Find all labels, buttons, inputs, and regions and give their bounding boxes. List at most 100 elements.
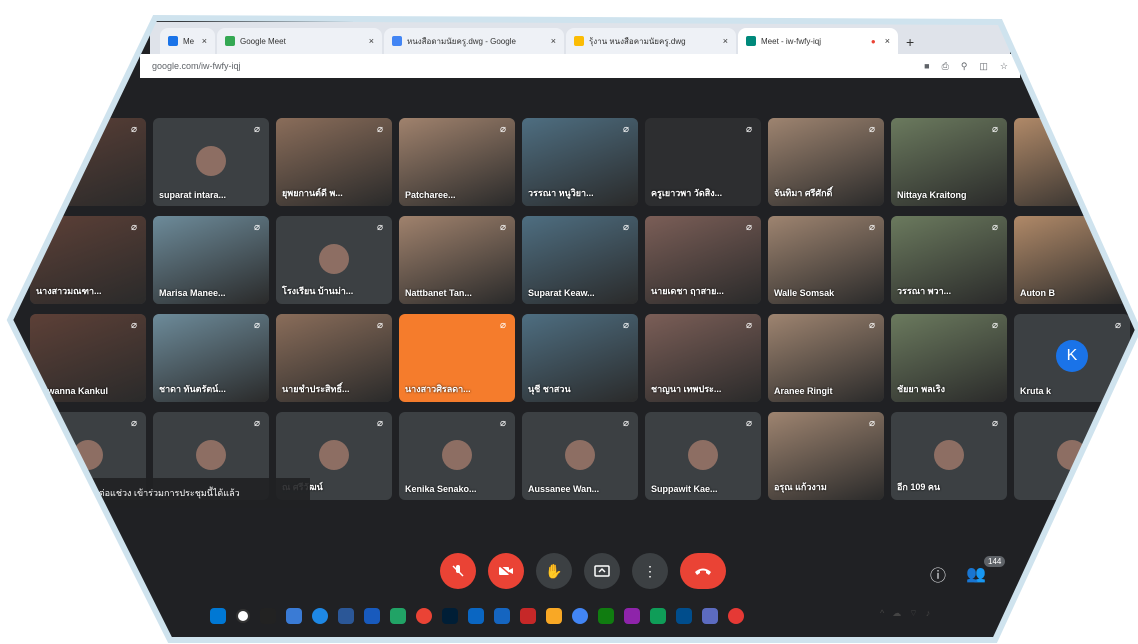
participant-tile[interactable]: ⌀ ยุพยกานต์ดี พ...: [276, 118, 392, 206]
join-notification: ศิลา ต่อแช่วง เข้าร่วมการประชุมนี้ได้แล้…: [70, 478, 310, 508]
participant-tile[interactable]: ⌀ Suparat Keaw...: [522, 216, 638, 304]
word-icon[interactable]: [364, 608, 380, 624]
participant-tile[interactable]: ⌀: [1014, 412, 1130, 500]
close-icon[interactable]: ×: [723, 36, 728, 46]
app-icon[interactable]: [416, 608, 432, 624]
participant-tile[interactable]: ⌀ Aranee Ringit: [768, 314, 884, 402]
participant-name: ยุพยกานต์ดี พ...: [282, 188, 343, 198]
participant-tile[interactable]: ⌀ Patcharee...: [399, 118, 515, 206]
line-icon[interactable]: [390, 608, 406, 624]
app-icon[interactable]: [520, 608, 536, 624]
participant-tile[interactable]: ⌀ จันทิมา ศรีศักดิ์: [768, 118, 884, 206]
participant-tile[interactable]: ⌀ วรรณา หนูวิยา...: [522, 118, 638, 206]
info-icon[interactable]: ⓘ: [930, 562, 946, 586]
mic-muted-icon: ⌀: [376, 320, 384, 331]
cloud-icon[interactable]: ☁: [892, 608, 901, 619]
participant-tile[interactable]: ⌀ Walle Somsak: [768, 216, 884, 304]
participant-tile[interactable]: ⌀ นายชำประสิทธิ์...: [276, 314, 392, 402]
participant-tile[interactable]: ⌀ suparat intara...: [153, 118, 269, 206]
bookmark-star-icon[interactable]: ☆: [1000, 61, 1008, 72]
participant-tile[interactable]: ⌀ โรงเรียน บ้านม่า...: [276, 216, 392, 304]
close-icon[interactable]: ×: [551, 36, 556, 46]
browser-tab[interactable]: รุ้งาน หนงสือคามนัยครู.dwg ×: [566, 28, 736, 54]
present-icon: [594, 565, 610, 577]
mic-muted-icon: ⌀: [130, 124, 138, 135]
participant-tile[interactable]: ⌀ Suppawit Kae...: [645, 412, 761, 500]
participant-tile[interactable]: ⌀ วรรณา พวา...: [891, 216, 1007, 304]
url-text[interactable]: google.com/iw-fwfy-iqj: [152, 61, 924, 71]
participant-name: อรุณ แก้วงาม: [774, 482, 827, 492]
participant-tile[interactable]: ⌀ Suwanna Kankul: [30, 314, 146, 402]
app-icon[interactable]: [676, 608, 692, 624]
chrome-icon[interactable]: [572, 608, 588, 624]
participant-tile[interactable]: ⌀ อีก 109 คน: [891, 412, 1007, 500]
mic-muted-icon: ⌀: [1114, 418, 1122, 429]
participant-tile[interactable]: ⌀: [30, 118, 146, 206]
participant-tile[interactable]: ⌀ ครูเยาวพา วัดสิง...: [645, 118, 761, 206]
more-options-button[interactable]: ⋮: [632, 553, 668, 589]
chat-icon[interactable]: [286, 608, 302, 624]
participant-tile[interactable]: ⌀ นายเดชา ฤาสาย...: [645, 216, 761, 304]
participant-tile[interactable]: ⌀ ชัยยา พลเริง: [891, 314, 1007, 402]
people-icon[interactable]: 👥: [966, 564, 986, 584]
participant-tile[interactable]: ⌀ ชาญนา เทพประ...: [645, 314, 761, 402]
video-feed: [1014, 118, 1130, 206]
browser-tab[interactable]: Google Meet ×: [217, 28, 382, 54]
present-button[interactable]: [584, 553, 620, 589]
app-icon[interactable]: [468, 608, 484, 624]
browser-tab-active[interactable]: Meet - iw-fwfy-iqj ● ×: [738, 28, 898, 54]
participant-tile[interactable]: ⌀ Nittaya Kraitong: [891, 118, 1007, 206]
camera-indicator-icon[interactable]: ■: [924, 61, 929, 72]
mic-muted-icon: ⌀: [253, 124, 261, 135]
participant-tile[interactable]: ⌀: [1014, 118, 1130, 206]
chevron-up-icon[interactable]: ^: [880, 608, 884, 619]
extension-icon[interactable]: ◫: [979, 61, 988, 72]
app-icon[interactable]: [728, 608, 744, 624]
participant-tile[interactable]: ⌀ Auton B: [1014, 216, 1130, 304]
mic-muted-icon: ⌀: [622, 124, 630, 135]
hang-up-icon: [695, 568, 711, 575]
xbox-icon[interactable]: [598, 608, 614, 624]
participant-tile[interactable]: ⌀ อรุณ แก้วงาม: [768, 412, 884, 500]
participant-tile[interactable]: ⌀ นุชี ชาสวน: [522, 314, 638, 402]
start-icon[interactable]: [210, 608, 226, 624]
new-tab-button[interactable]: +: [900, 34, 922, 54]
participant-tile[interactable]: ⌀ นางสาวมณฑา...: [30, 216, 146, 304]
participant-tile[interactable]: ⌀ Marisa Manee...: [153, 216, 269, 304]
address-bar[interactable]: google.com/iw-fwfy-iqj ■ ⎙ ⚲ ◫ ☆: [140, 54, 1020, 78]
windows-taskbar: [170, 596, 970, 636]
file-explorer-icon[interactable]: [338, 608, 354, 624]
end-call-button[interactable]: [680, 553, 726, 589]
mic-muted-icon: ⌀: [745, 320, 753, 331]
excel-icon[interactable]: [650, 608, 666, 624]
wifi-icon[interactable]: ⌔: [909, 608, 917, 619]
participant-name: Suwanna Kankul: [36, 386, 109, 396]
zoom-icon[interactable]: ⚲: [961, 61, 968, 72]
app-icon[interactable]: [624, 608, 640, 624]
search-icon[interactable]: [236, 609, 250, 623]
app-icon[interactable]: [494, 608, 510, 624]
photoshop-icon[interactable]: [442, 608, 458, 624]
task-view-icon[interactable]: [260, 608, 276, 624]
browser-tab[interactable]: หนงสือดามนัยครู.dwg - Google ×: [384, 28, 564, 54]
app-icon[interactable]: [702, 608, 718, 624]
participant-tile[interactable]: ⌀ Nattbanet Tan...: [399, 216, 515, 304]
participant-name: Marisa Manee...: [159, 288, 226, 298]
participant-tile[interactable]: ⌀ Aussanee Wan...: [522, 412, 638, 500]
mic-off-button[interactable]: [440, 553, 476, 589]
participant-tile[interactable]: ⌀ นางสาวศิรลดา...: [399, 314, 515, 402]
browser-tab[interactable]: Me ×: [160, 28, 215, 54]
close-icon[interactable]: ×: [202, 36, 207, 46]
edge-icon[interactable]: [312, 608, 328, 624]
close-icon[interactable]: ×: [885, 36, 890, 46]
camera-off-button[interactable]: [488, 553, 524, 589]
folder-icon[interactable]: [546, 608, 562, 624]
participant-tile[interactable]: ⌀ Kenika Senako...: [399, 412, 515, 500]
mic-muted-icon: ⌀: [253, 320, 261, 331]
share-icon[interactable]: ⎙: [942, 61, 949, 72]
raise-hand-button[interactable]: ✋: [536, 553, 572, 589]
close-icon[interactable]: ×: [369, 36, 374, 46]
participant-tile[interactable]: ⌀ ชาดา ทันตรัตน์...: [153, 314, 269, 402]
volume-icon[interactable]: ♪: [926, 608, 931, 619]
participant-tile[interactable]: K ⌀ Kruta k: [1014, 314, 1130, 402]
